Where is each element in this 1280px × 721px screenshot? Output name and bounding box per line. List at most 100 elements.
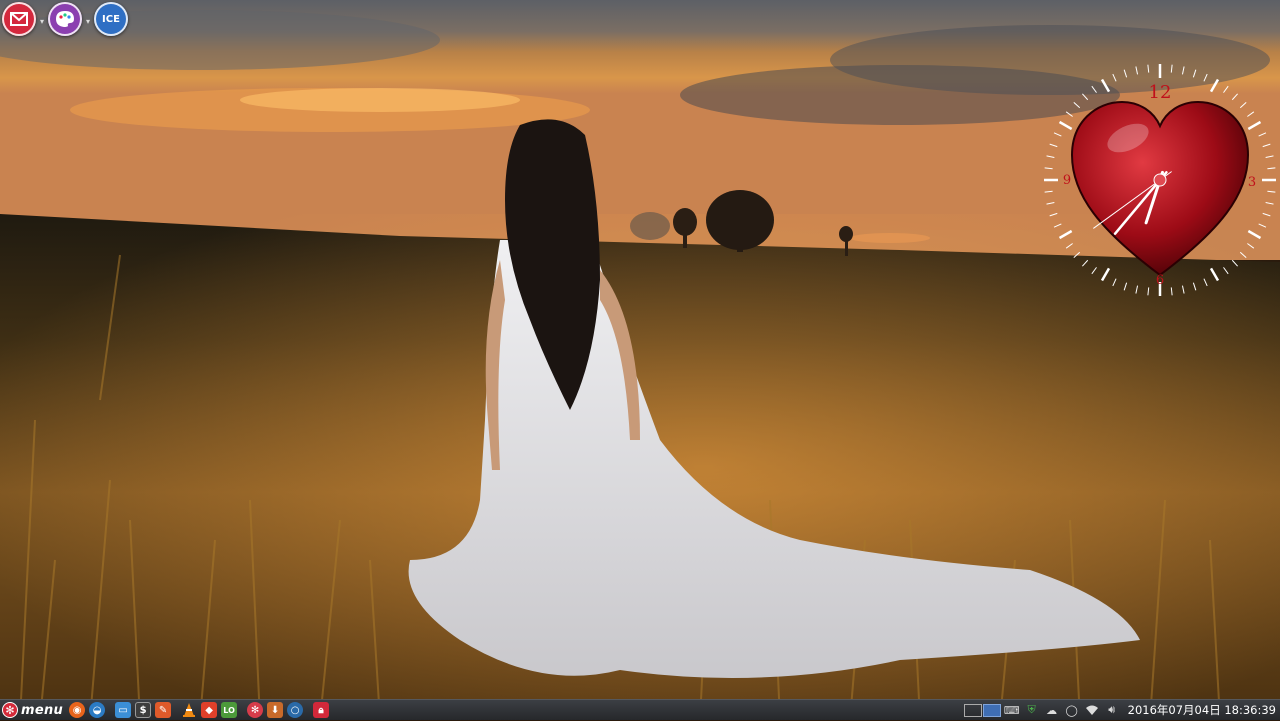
palette-icon	[56, 11, 74, 27]
clock-minute-tick	[1044, 167, 1053, 170]
clock-hour-tick	[1058, 120, 1073, 131]
menu-button[interactable]: ✻ menu	[0, 700, 67, 721]
clock-minute-tick	[1046, 201, 1055, 205]
paint-launcher[interactable]	[48, 2, 82, 36]
padlock-icon: 🔒︎	[318, 704, 324, 716]
clock-minute-tick	[1223, 85, 1229, 93]
pencil-icon: ✎	[158, 704, 168, 716]
software-center-launcher[interactable]: ◆	[201, 702, 218, 718]
clock-minute-tick	[1258, 132, 1267, 137]
clock-hour-tick	[1058, 229, 1073, 240]
clock-hub	[1153, 173, 1167, 187]
clock-minute-tick	[1265, 201, 1274, 205]
clock-minute-tick	[1046, 155, 1055, 159]
browser-launcher[interactable]: ○	[287, 702, 304, 718]
ice-launcher[interactable]: ICE	[94, 2, 128, 36]
clock-minute-tick	[1262, 212, 1271, 217]
thunderbird-launcher[interactable]: ◒	[89, 702, 106, 718]
thunderbird-icon: ◒	[92, 704, 102, 716]
firefox-launcher[interactable]: ◉	[69, 702, 86, 718]
clock-minute-tick	[1262, 143, 1271, 148]
clock-minute-tick	[1170, 64, 1173, 73]
panel-clock[interactable]: 2016年07月04日 18:36:39	[1128, 702, 1276, 718]
workspace-1[interactable]	[963, 703, 982, 717]
envelope-icon	[10, 12, 28, 26]
clock-minute-tick	[1053, 223, 1062, 228]
file-manager-launcher[interactable]: ▭	[115, 702, 132, 718]
terminal-launcher[interactable]: $	[135, 702, 152, 718]
lock-screen-launcher[interactable]: 🔒︎	[313, 702, 330, 718]
clock-hour-tick	[1209, 267, 1220, 282]
clock-minute-tick	[1123, 282, 1128, 291]
vlc-launcher[interactable]	[181, 702, 197, 718]
clock-minute-tick	[1239, 251, 1247, 258]
clock-hour-tick	[1100, 267, 1111, 282]
clock-minute-tick	[1112, 73, 1117, 82]
clock-numeral-9: 9	[1063, 173, 1071, 188]
chevron-down-icon[interactable]: ▾	[38, 17, 46, 26]
help-launcher[interactable]: ✻	[247, 702, 264, 718]
download-icon: ⬇	[270, 704, 280, 716]
cloud-weather-icon[interactable]: ☁	[1044, 702, 1060, 718]
lifebuoy-icon: ✻	[250, 704, 260, 716]
clock-minute-tick	[1147, 287, 1150, 296]
clock-minute-tick	[1267, 167, 1276, 170]
panel-tray: ⌨ ⛨ ☁ ◯ 🔊︎ 2016年07月04日 18:36:39	[963, 700, 1280, 721]
clock-minute-tick	[1170, 287, 1173, 296]
chevron-down-icon[interactable]: ▾	[84, 17, 92, 26]
keyboard-icon[interactable]: ⌨	[1004, 702, 1020, 718]
libreoffice-launcher[interactable]: LO	[221, 702, 238, 718]
clock-minute-tick	[1267, 190, 1276, 193]
clock-minute-tick	[1091, 267, 1097, 275]
power-icon[interactable]: ◯	[1064, 702, 1080, 718]
folder-window-icon: ▭	[118, 704, 128, 716]
clock-minute-tick	[1044, 190, 1053, 193]
clock-minute-tick	[1123, 69, 1128, 78]
clock-minute-tick	[1135, 66, 1139, 75]
clock-minute-tick	[1258, 223, 1267, 228]
clock-minute-tick	[1082, 93, 1089, 101]
wifi-icon[interactable]	[1084, 702, 1100, 718]
clock-minute-tick	[1192, 282, 1197, 291]
clock-minute-tick	[1091, 85, 1097, 93]
menu-label: menu	[21, 702, 64, 718]
clock-minute-tick	[1112, 278, 1117, 287]
clock-minute-tick	[1135, 285, 1139, 294]
clock-minute-tick	[1049, 143, 1058, 148]
clock-minute-tick	[1082, 259, 1089, 267]
mail-launcher[interactable]	[2, 2, 36, 36]
clock-minute-tick	[1065, 111, 1073, 117]
clock-minute-tick	[1265, 155, 1274, 159]
clock-minute-tick	[1053, 132, 1062, 137]
clock-minute-tick	[1181, 285, 1185, 294]
libreoffice-icon: LO	[223, 705, 235, 715]
clock-minute-tick	[1073, 102, 1081, 109]
clock-minute-tick	[1247, 243, 1255, 249]
firefox-icon: ◉	[72, 704, 82, 716]
heart-clock-widget: 12 3 6 9	[1044, 64, 1276, 296]
clock-numeral-12: 12	[1149, 82, 1172, 103]
ice-ssb-icon: ICE	[102, 13, 120, 25]
lifebuoy-icon: ✻	[2, 702, 18, 718]
download-launcher[interactable]: ⬇	[267, 702, 284, 718]
clock-minute-tick	[1073, 251, 1081, 258]
volume-icon[interactable]: 🔊︎	[1104, 702, 1120, 718]
clock-numeral-6: 6	[1156, 273, 1164, 288]
workspace-2[interactable]	[982, 703, 1001, 717]
shield-icon[interactable]: ⛨	[1024, 702, 1040, 718]
desktop-launcher-bar: ▾ ▾ ICE	[2, 2, 128, 36]
traffic-cone-icon	[183, 703, 196, 717]
clock-minute-tick	[1065, 243, 1073, 249]
clock-minute-tick	[1049, 212, 1058, 217]
clock-minute-tick	[1231, 93, 1238, 101]
clock-minute-tick	[1223, 267, 1229, 275]
clock-hour-tick	[1247, 229, 1262, 240]
clock-minute-tick	[1181, 66, 1185, 75]
dollar-terminal-icon: $	[139, 704, 147, 716]
clock-numeral-3: 3	[1248, 175, 1256, 190]
clock-minute-tick	[1247, 111, 1255, 117]
clock-minute-tick	[1147, 64, 1150, 73]
clock-minute-tick	[1192, 69, 1197, 78]
clock-hour-tick	[1209, 78, 1220, 93]
text-editor-launcher[interactable]: ✎	[155, 702, 172, 718]
